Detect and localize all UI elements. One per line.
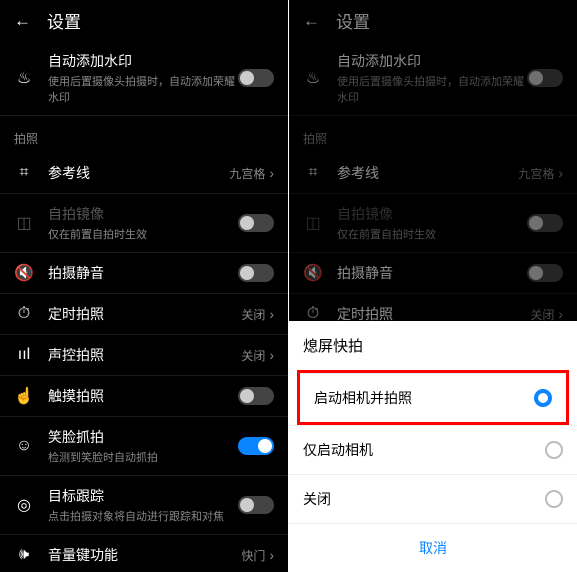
quickshot-sheet: 熄屏快拍 启动相机并拍照 仅启动相机 关闭 取消 bbox=[289, 321, 577, 572]
watermark-row[interactable]: ♨ 自动添加水印 使用后置摄像头拍摄时，自动添加荣耀水印 bbox=[0, 41, 288, 116]
smile-icon: ☺ bbox=[14, 437, 34, 455]
header-title: 设置 bbox=[47, 8, 81, 33]
mute-row: 🔇 拍摄静音 bbox=[289, 253, 577, 294]
mirror-row: ◫ 自拍镜像仅在前置自拍时生效 bbox=[289, 194, 577, 253]
track-toggle[interactable] bbox=[238, 496, 274, 514]
volkey-row[interactable]: 🕪 音量键功能 快门› bbox=[0, 535, 288, 572]
header: ← 设置 bbox=[289, 0, 577, 41]
smile-toggle[interactable] bbox=[238, 437, 274, 455]
mute-icon: 🔇 bbox=[14, 263, 34, 283]
radio-on-icon bbox=[534, 389, 552, 407]
sheet-cancel[interactable]: 取消 bbox=[289, 523, 577, 572]
mirror-row: ◫ 自拍镜像仅在前置自拍时生效 bbox=[0, 194, 288, 253]
radio-off-icon bbox=[545, 441, 563, 459]
track-icon: ◎ bbox=[14, 495, 34, 515]
volume-icon: 🕪 bbox=[14, 546, 34, 564]
grid-row[interactable]: ⌗ 参考线 九宫格› bbox=[0, 153, 288, 194]
touch-icon: ☝ bbox=[14, 386, 34, 406]
header: ← 设置 bbox=[0, 0, 288, 41]
sheet-title: 熄屏快拍 bbox=[289, 321, 577, 370]
grid-icon: ⌗ bbox=[303, 164, 323, 182]
voice-row[interactable]: ııl 声控拍照 关闭› bbox=[0, 335, 288, 376]
watermark-row: ♨ 自动添加水印使用后置摄像头拍摄时，自动添加荣耀水印 bbox=[289, 41, 577, 116]
timer-row[interactable]: ⏱ 定时拍照 关闭› bbox=[0, 294, 288, 335]
smile-row[interactable]: ☺ 笑脸抓拍检测到笑脸时自动抓拍 bbox=[0, 417, 288, 476]
back-icon[interactable]: ← bbox=[14, 11, 31, 31]
chevron-right-icon: › bbox=[558, 165, 563, 181]
header-title: 设置 bbox=[336, 8, 370, 33]
right-screen: ← 设置 ♨ 自动添加水印使用后置摄像头拍摄时，自动添加荣耀水印 拍照 ⌗ 参考… bbox=[289, 0, 577, 572]
track-row[interactable]: ◎ 目标跟踪点击拍摄对象将自动进行跟踪和对焦 bbox=[0, 476, 288, 535]
mute-icon: 🔇 bbox=[303, 263, 323, 283]
chevron-right-icon: › bbox=[269, 347, 274, 363]
sheet-option-3[interactable]: 关闭 bbox=[289, 474, 577, 523]
sheet-option-1[interactable]: 启动相机并拍照 bbox=[300, 373, 566, 422]
section-photo: 拍照 bbox=[0, 116, 288, 153]
mute-row[interactable]: 🔇 拍摄静音 bbox=[0, 253, 288, 294]
chevron-right-icon: › bbox=[269, 306, 274, 322]
left-screen: ← 设置 ♨ 自动添加水印 使用后置摄像头拍摄时，自动添加荣耀水印 拍照 ⌗ 参… bbox=[0, 0, 288, 572]
radio-off-icon bbox=[545, 490, 563, 508]
voice-icon: ııl bbox=[14, 346, 34, 364]
mute-toggle bbox=[527, 264, 563, 282]
chevron-right-icon: › bbox=[269, 165, 274, 181]
mirror-toggle bbox=[238, 214, 274, 232]
mute-toggle[interactable] bbox=[238, 264, 274, 282]
grid-icon: ⌗ bbox=[14, 164, 34, 182]
touch-toggle[interactable] bbox=[238, 387, 274, 405]
mirror-toggle bbox=[527, 214, 563, 232]
stamp-icon: ♨ bbox=[14, 68, 34, 88]
watermark-toggle bbox=[527, 69, 563, 87]
mirror-icon: ◫ bbox=[14, 213, 34, 233]
touch-row[interactable]: ☝ 触摸拍照 bbox=[0, 376, 288, 417]
watermark-toggle[interactable] bbox=[238, 69, 274, 87]
timer-icon: ⏱ bbox=[14, 305, 34, 323]
back-icon[interactable]: ← bbox=[303, 11, 320, 31]
sheet-option-2[interactable]: 仅启动相机 bbox=[289, 425, 577, 474]
chevron-right-icon: › bbox=[269, 547, 274, 563]
grid-row: ⌗ 参考线 九宫格› bbox=[289, 153, 577, 194]
section-photo: 拍照 bbox=[289, 116, 577, 153]
mirror-icon: ◫ bbox=[303, 213, 323, 233]
stamp-icon: ♨ bbox=[303, 68, 323, 88]
chevron-right-icon: › bbox=[558, 306, 563, 322]
